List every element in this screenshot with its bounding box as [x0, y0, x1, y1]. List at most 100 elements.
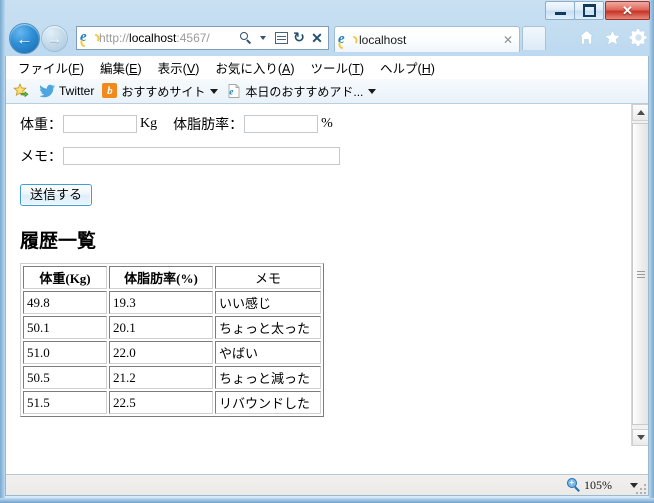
table-header-row: 体重(Kg) 体脂肪率(%) メモ [23, 266, 321, 289]
ie-page-icon: e [226, 83, 242, 99]
address-input[interactable]: http://localhost:4567/ [99, 31, 237, 45]
weight-unit-label: Kg [140, 116, 158, 131]
body-fat-input[interactable] [244, 115, 319, 133]
tab-localhost[interactable]: e localhost ✕ [334, 26, 520, 52]
maximize-icon [582, 4, 596, 17]
zoom-control[interactable]: + 105% [567, 478, 624, 493]
cell-weight: 50.5 [23, 366, 107, 389]
close-button[interactable]: ✕ [605, 1, 650, 20]
url-host: localhost [129, 31, 177, 45]
column-header-body-fat: 体脂肪率(%) [109, 266, 213, 289]
new-tab-button[interactable] [522, 26, 546, 50]
cell-memo: リバウンドした [215, 391, 321, 414]
menu-help[interactable]: ヘルプ(H) [380, 58, 435, 77]
browser-chrome-body: ファイル(F) 編集(E) 表示(V) お気に入り(A) ツール(T) ヘルプ(… [5, 56, 649, 493]
scrollbar-thumb[interactable] [632, 123, 648, 425]
history-heading: 履歴一覧 [20, 231, 97, 252]
twitter-bird-icon [39, 83, 56, 99]
favorites-item-daily-ads[interactable]: e 本日のおすすめアド... [226, 83, 377, 100]
cell-body-fat: 22.5 [109, 391, 213, 414]
chevron-down-icon[interactable] [210, 88, 219, 94]
cell-memo: いい感じ [215, 291, 321, 314]
cell-weight: 51.0 [23, 341, 107, 364]
web-page-content: 体重： Kg 体脂肪率： % メモ： 送信する 履歴一覧 体重(Kg) 体脂肪率… [6, 104, 630, 446]
menu-favorites[interactable]: お気に入り(A) [215, 58, 294, 77]
chevron-up-icon [636, 110, 645, 115]
page-viewport: 体重： Kg 体脂肪率： % メモ： 送信する 履歴一覧 体重(Kg) 体脂肪率… [6, 104, 648, 446]
menu-file[interactable]: ファイル(F) [18, 58, 84, 77]
browser-toolbar [577, 28, 648, 47]
chevron-down-icon[interactable] [255, 29, 271, 47]
zoom-magnifier-icon: + [567, 478, 581, 492]
resize-grip-icon[interactable] [634, 482, 646, 494]
menu-edit[interactable]: 編集(E) [100, 58, 142, 77]
column-header-weight: 体重(Kg) [23, 266, 107, 289]
window-edge-right [649, 0, 654, 503]
status-bar: + 105% [5, 474, 649, 496]
memo-row: メモ： [20, 146, 630, 166]
favorites-item-label: Twitter [59, 84, 95, 98]
browser-window: ✕ ← → e http://localhost:4567/ ↻ ✕ e loc… [0, 0, 654, 503]
menu-tools[interactable]: ツール(T) [311, 58, 364, 77]
tab-close-icon[interactable]: ✕ [500, 32, 516, 48]
favorites-bar: Twitter b おすすめサイト e 本日のおすすめアド... [6, 79, 648, 104]
close-icon: ✕ [622, 3, 633, 18]
memo-input[interactable] [63, 147, 340, 165]
menu-bar: ファイル(F) 編集(E) 表示(V) お気に入り(A) ツール(T) ヘルプ(… [6, 56, 648, 79]
forward-button[interactable]: → [41, 25, 68, 52]
title-bar: ✕ [0, 0, 654, 20]
url-scheme: http:// [99, 31, 130, 45]
zoom-level-label: 105% [584, 477, 612, 492]
history-table: 体重(Kg) 体脂肪率(%) メモ 49.8 19.3 いい感じ 50.1 20… [20, 263, 324, 417]
tools-gear-icon[interactable] [629, 28, 648, 47]
tab-title: localhost [359, 32, 407, 47]
maximize-button[interactable] [574, 1, 604, 20]
cell-memo: やばい [215, 341, 321, 364]
table-row: 51.5 22.5 リバウンドした [23, 391, 321, 414]
table-row: 51.0 22.0 やばい [23, 341, 321, 364]
chevron-down-icon[interactable] [368, 88, 377, 94]
scroll-up-button[interactable] [632, 104, 648, 121]
svg-text:e: e [230, 87, 234, 97]
address-bar[interactable]: e http://localhost:4567/ ↻ ✕ [76, 26, 329, 51]
table-row: 50.5 21.2 ちょっと減った [23, 366, 321, 389]
compatibility-view-icon[interactable] [273, 29, 289, 47]
memo-label: メモ： [20, 150, 62, 165]
cell-body-fat: 22.0 [109, 341, 213, 364]
cell-weight: 51.5 [23, 391, 107, 414]
navigation-bar: ← → e http://localhost:4567/ ↻ ✕ e local… [0, 20, 654, 56]
scrollbar-grip-icon [636, 270, 645, 278]
chevron-down-icon [636, 435, 645, 440]
favorites-item-twitter[interactable]: Twitter [39, 83, 95, 99]
add-to-favorites-button[interactable] [13, 83, 32, 99]
zoom-plus-glyph: + [569, 478, 575, 488]
weight-input[interactable] [63, 115, 137, 133]
favorites-star-icon[interactable] [603, 28, 622, 47]
favorites-item-label: 本日のおすすめアド... [245, 84, 364, 99]
favorites-item-suggested-sites[interactable]: b おすすめサイト [102, 83, 219, 100]
refresh-icon[interactable]: ↻ [291, 29, 307, 47]
cell-body-fat: 20.1 [109, 316, 213, 339]
back-arrow-icon: ← [16, 29, 33, 48]
scroll-down-button[interactable] [632, 429, 648, 446]
measurement-row: 体重： Kg 体脂肪率： % [20, 114, 630, 134]
home-icon[interactable] [577, 28, 596, 47]
add-to-favorites-icon [13, 83, 29, 99]
minimize-button[interactable] [545, 1, 575, 20]
column-header-memo: メモ [215, 266, 321, 289]
cell-weight: 49.8 [23, 291, 107, 314]
cell-memo: ちょっと減った [215, 366, 321, 389]
favorites-item-label: おすすめサイト [121, 84, 206, 99]
table-row: 50.1 20.1 ちょっと太った [23, 316, 321, 339]
cell-body-fat: 19.3 [109, 291, 213, 314]
cell-body-fat: 21.2 [109, 366, 213, 389]
cell-weight: 50.1 [23, 316, 107, 339]
submit-button[interactable]: 送信する [20, 184, 93, 206]
search-icon[interactable] [237, 29, 253, 47]
back-button[interactable]: ← [9, 23, 40, 54]
body-fat-unit-label: % [321, 116, 333, 131]
stop-icon[interactable]: ✕ [309, 29, 325, 47]
bing-b-icon: b [102, 83, 118, 99]
vertical-scrollbar[interactable] [631, 104, 648, 446]
menu-view[interactable]: 表示(V) [158, 58, 200, 77]
